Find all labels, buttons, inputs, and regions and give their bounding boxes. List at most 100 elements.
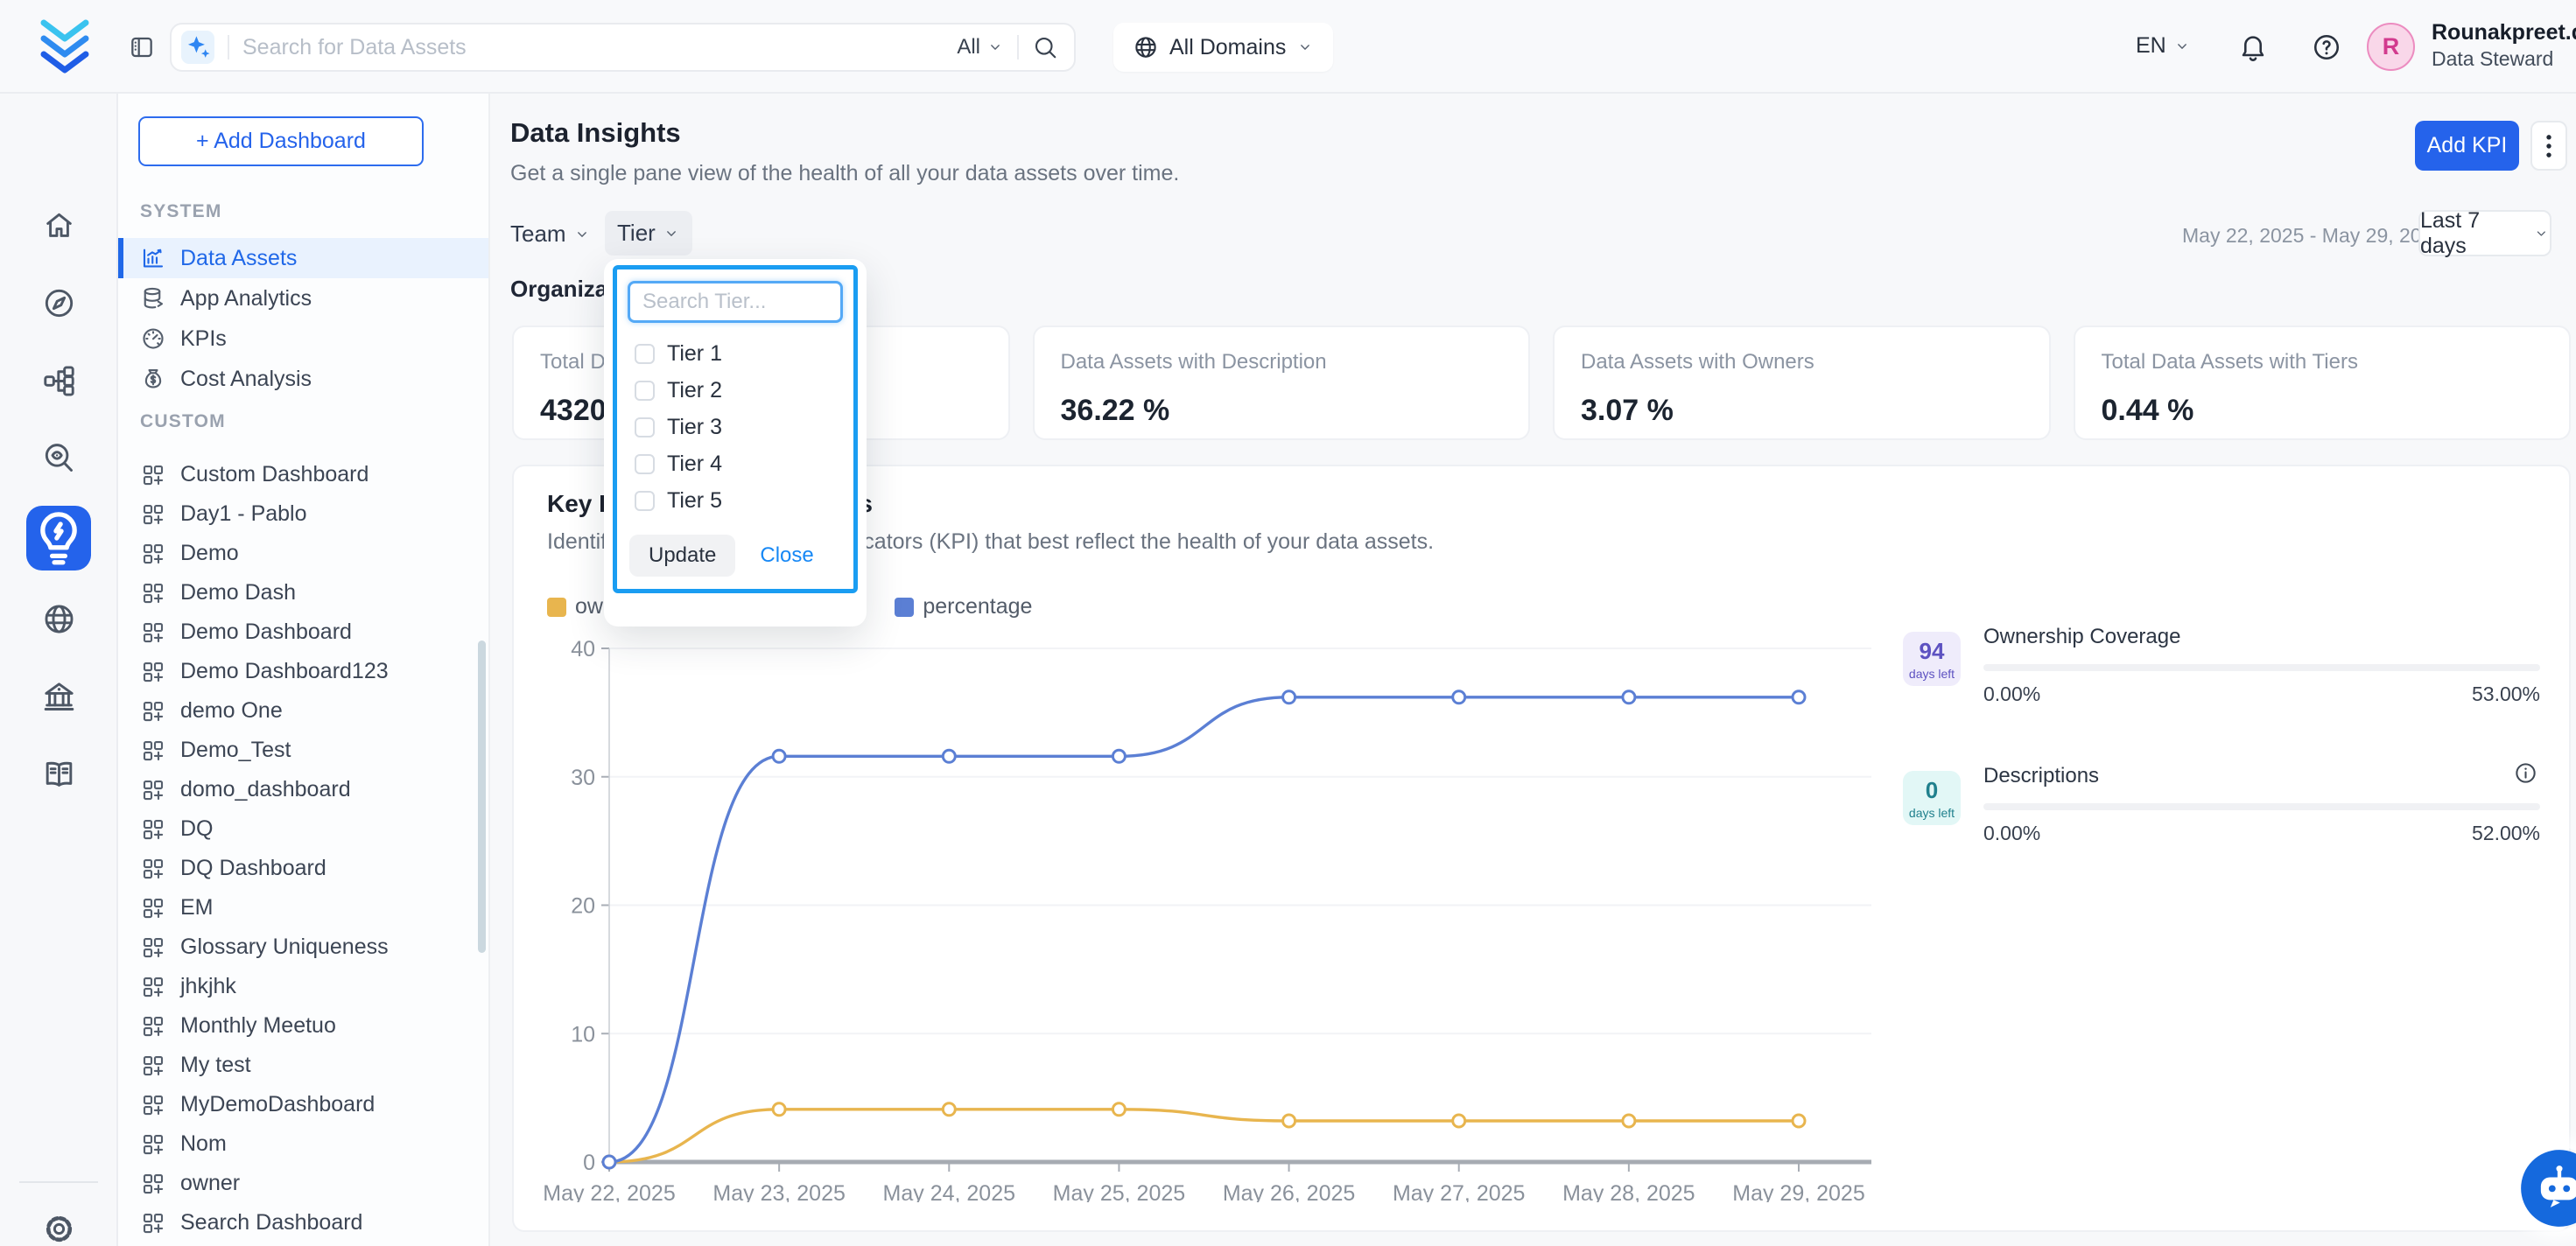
date-range-select[interactable]: Last 7 days [2418,210,2551,256]
search-scope-label: All [957,35,980,60]
language-dropdown[interactable]: EN [2136,33,2191,59]
tier-option-tier-4[interactable]: Tier 4 [628,445,843,482]
dashboard-icon [140,1210,166,1236]
svg-text:May 24, 2025: May 24, 2025 [883,1181,1015,1202]
tier-option-tier-2[interactable]: Tier 2 [628,372,843,409]
sidebar-item-domo-dashboard[interactable]: domo_dashboard [118,770,488,809]
checkbox[interactable] [635,381,655,401]
rail-insights-bulb-icon[interactable] [26,506,91,570]
chevron-down-icon [663,225,680,242]
sidebar-item-kpis[interactable]: KPIs [118,318,488,359]
sidebar-item-custom-dashboard[interactable]: Custom Dashboard [118,455,488,494]
help-icon[interactable] [2311,32,2342,63]
sidebar-item-demo-dashboard[interactable]: Demo Dashboard [118,612,488,652]
user-role: Data Steward [2432,46,2576,72]
rail-globe-icon[interactable] [41,601,77,637]
sidebar-item-my-test[interactable]: My test [118,1046,488,1085]
sidebar-item-dq-dashboard[interactable]: DQ Dashboard [118,849,488,888]
sidebar-item-monthly-meetuo[interactable]: Monthly Meetuo [118,1006,488,1046]
sidebar-item-cost-analysis[interactable]: Cost Analysis [118,359,488,399]
svg-text:May 25, 2025: May 25, 2025 [1053,1181,1186,1202]
app-logo-icon[interactable] [39,18,90,74]
account-menu[interactable]: Rounakpreet.d Data Steward [2432,19,2576,72]
team-filter-dropdown[interactable]: Team [510,220,591,248]
svg-text:30: 30 [571,766,595,790]
sidebar-item-glossary-uniqueness[interactable]: Glossary Uniqueness [118,928,488,967]
sidebar-item-app-analytics[interactable]: App Analytics [118,278,488,318]
sidebar-item-em[interactable]: EM [118,888,488,928]
tier-update-button[interactable]: Update [629,535,735,577]
sidebar-item-dq[interactable]: DQ [118,809,488,849]
rail-governance-bank-icon[interactable] [41,679,77,715]
rail-glossary-book-icon[interactable] [41,756,77,792]
sidebar-item-mydemodashboard[interactable]: MyDemoDashboard [118,1085,488,1124]
kpi-item-descriptions[interactable]: 0 days left Descriptions 0.00% 52.00% [1903,764,2540,869]
rail-discover-compass-icon[interactable] [41,285,77,321]
add-kpi-button[interactable]: Add KPI [2415,121,2519,171]
sidebar-item-nom[interactable]: Nom [118,1124,488,1164]
dashboard-icon [140,501,166,528]
rail-home-icon[interactable] [41,207,77,243]
sidebar-item-demo-dash[interactable]: Demo Dash [118,573,488,612]
days-left-badge: 94 days left [1903,632,1961,686]
svg-text:May 23, 2025: May 23, 2025 [712,1181,846,1202]
globe-icon [1133,34,1159,60]
kpi-min: 0.00% [1983,682,2040,706]
tier-filter-dropdown[interactable]: Tier [605,211,692,256]
date-range-text: May 22, 2025 - May 29, 2025 [2182,224,2444,248]
tier-close-button[interactable]: Close [760,543,813,568]
search-input[interactable] [242,35,957,60]
all-domains-dropdown[interactable]: All Domains [1113,23,1333,72]
kpi-max: 53.00% [2472,682,2540,706]
sidebar-item-demo-dashboard123[interactable]: Demo Dashboard123 [118,652,488,691]
sidebar-item-demo[interactable]: Demo [118,534,488,573]
sidebar-item-jhkjhk[interactable]: jhkjhk [118,967,488,1006]
checkbox[interactable] [635,417,655,438]
ai-sparkle-icon[interactable] [181,31,214,64]
rail-lineage-icon[interactable] [41,363,77,399]
chatbot-button[interactable] [2518,1147,2576,1229]
checkbox[interactable] [635,454,655,474]
sidebar-item-day1-pablo[interactable]: Day1 - Pablo [118,494,488,534]
sidebar-item-owner[interactable]: owner [118,1164,488,1203]
add-dashboard-button[interactable]: + Add Dashboard [138,116,424,166]
sidebar-item-demo-one[interactable]: demo One [118,691,488,731]
legend-item-percentage[interactable]: percentage [895,594,1032,620]
tier-option-tier-3[interactable]: Tier 3 [628,409,843,445]
chevron-down-icon [986,38,1004,56]
dashboard-icon [140,738,166,764]
search-scope-dropdown[interactable]: All [957,35,1004,60]
chevron-down-icon [573,226,591,243]
kpi-item-ownership[interactable]: 94 days left Ownership Coverage 0.00% 53… [1903,625,2540,730]
checkbox[interactable] [635,344,655,364]
kpi-name: Descriptions [1983,764,2540,788]
language-label: EN [2136,33,2166,59]
sidebar-item-data-assets[interactable]: Data Assets [118,238,488,278]
svg-text:10: 10 [571,1022,595,1046]
rail-search-observe-icon[interactable] [41,440,77,476]
sidebar-item-demo-test[interactable]: Demo_Test [118,731,488,770]
tier-search-input[interactable] [628,281,843,323]
tier-option-tier-5[interactable]: Tier 5 [628,482,843,519]
svg-text:0: 0 [583,1151,595,1175]
sidebar-scrollbar[interactable] [478,640,486,953]
dashboard-icon [140,326,166,352]
dashboard-icon [140,1053,166,1079]
tier-option-tier-1[interactable]: Tier 1 [628,335,843,372]
info-icon[interactable] [2513,760,2538,786]
sidebar-toggle-icon[interactable] [128,33,156,61]
page-title: Data Insights [510,117,681,149]
rail-settings-gear-icon[interactable] [41,1211,77,1246]
chevron-down-icon [1296,38,1314,56]
dashboard-icon [140,1092,166,1118]
sidebar-item-search-dashboard[interactable]: Search Dashboard [118,1203,488,1242]
legend-swatch [547,598,566,617]
avatar[interactable]: R [2367,23,2415,71]
checkbox[interactable] [635,491,655,511]
dashboard-icon [140,777,166,803]
notifications-bell-icon[interactable] [2237,32,2269,63]
search-icon[interactable] [1032,34,1058,60]
stat-label: Data Assets with Description [1061,350,1503,374]
kpi-line-chart: 010203040May 22, 2025May 23, 2025May 24,… [544,629,1892,1202]
more-options-kebab-icon[interactable] [2530,121,2567,171]
